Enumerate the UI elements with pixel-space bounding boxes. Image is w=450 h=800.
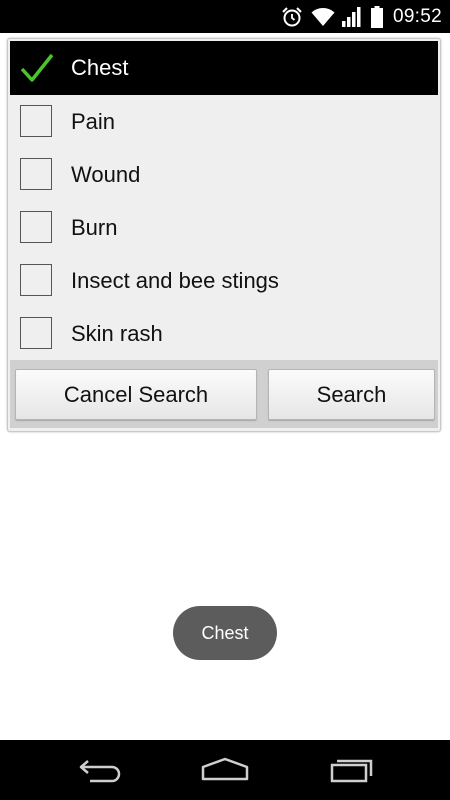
symptom-list: Chest Pain Wound Burn Insect and bee sti…: [10, 41, 438, 360]
signal-icon: [341, 6, 363, 28]
checkbox[interactable]: [20, 264, 52, 296]
checkbox[interactable]: [20, 105, 52, 137]
alarm-icon: [281, 6, 303, 28]
dialog-button-row: Cancel Search Search: [10, 360, 438, 428]
list-item-burn[interactable]: Burn: [10, 201, 438, 254]
list-item-skin-rash[interactable]: Skin rash: [10, 307, 438, 360]
wifi-icon: [311, 6, 335, 28]
back-icon[interactable]: [76, 754, 126, 786]
checkbox[interactable]: [20, 317, 52, 349]
checkmark-icon: [20, 53, 54, 83]
search-dialog: Chest Pain Wound Burn Insect and bee sti…: [7, 38, 441, 432]
status-time: 09:52: [392, 5, 442, 27]
list-item-label: Insect and bee stings: [71, 267, 279, 293]
list-item-wound[interactable]: Wound: [10, 148, 438, 201]
list-item-insect-stings[interactable]: Insect and bee stings: [10, 254, 438, 307]
checkbox[interactable]: [20, 211, 52, 243]
list-item-chest[interactable]: Chest: [10, 41, 438, 95]
navigation-bar: [0, 740, 450, 800]
toast-message: Chest: [173, 606, 277, 660]
checkbox[interactable]: [20, 158, 52, 190]
status-bar: 09:52: [0, 0, 450, 33]
battery-icon: [370, 5, 383, 28]
status-icons: 09:52: [281, 0, 450, 33]
list-item-pain[interactable]: Pain: [10, 95, 438, 148]
list-item-label: Skin rash: [71, 320, 163, 346]
cancel-search-button[interactable]: Cancel Search: [15, 369, 257, 420]
search-button[interactable]: Search: [268, 369, 435, 420]
list-item-label: Pain: [71, 108, 116, 134]
home-icon[interactable]: [200, 754, 250, 786]
list-item-label: Chest: [71, 55, 129, 80]
list-item-label: Wound: [71, 161, 141, 187]
list-item-label: Burn: [71, 214, 118, 240]
recent-apps-icon[interactable]: [326, 754, 376, 786]
